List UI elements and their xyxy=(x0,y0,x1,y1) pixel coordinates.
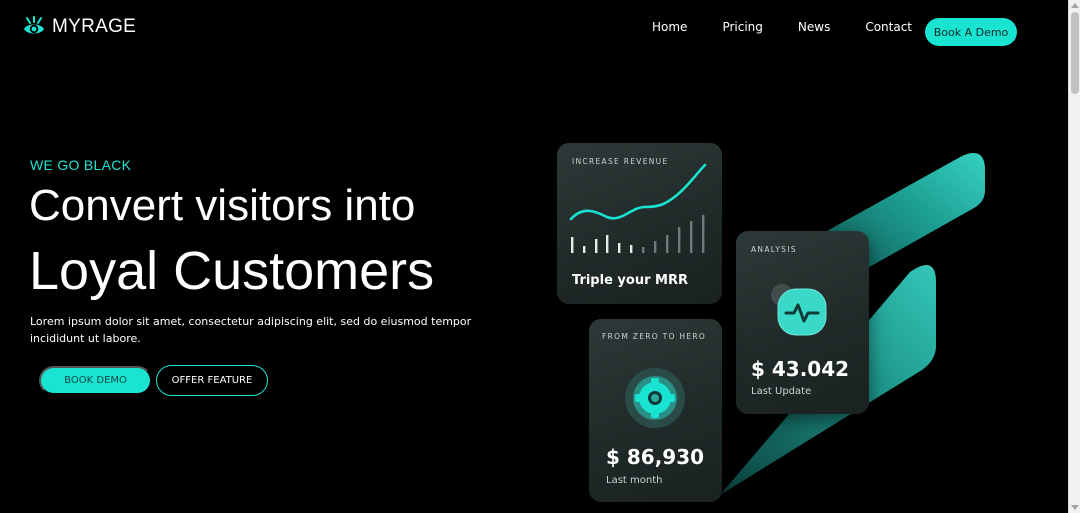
nav-item-contact[interactable]: Contact xyxy=(865,20,912,34)
revenue-card-title: Triple your MRR xyxy=(572,273,688,288)
logo[interactable]: MYRAGE xyxy=(22,14,136,40)
page-scrollbar[interactable] xyxy=(1068,0,1080,513)
offer-feature-button[interactable]: OFFER FEATURE xyxy=(156,365,268,396)
scroll-down-icon[interactable] xyxy=(1071,505,1079,510)
zero-to-hero-card: FROM ZERO TO HERO $ 86,930 Last month xyxy=(589,319,722,502)
hero-title-line1: Convert visitors into xyxy=(29,181,416,230)
analysis-value: $ 43.042 xyxy=(751,357,850,381)
hero-title-line2: Loyal Customers xyxy=(29,241,435,301)
zero-to-hero-value: $ 86,930 xyxy=(606,445,705,469)
revenue-trend-chart xyxy=(569,163,707,253)
hero-description: Lorem ipsum dolor sit amet, consectetur … xyxy=(30,315,472,345)
book-demo-button[interactable]: BOOK DEMO xyxy=(39,366,152,395)
nav-item-pricing[interactable]: Pricing xyxy=(722,20,762,34)
brand-name: MYRAGE xyxy=(52,16,137,37)
site-header: MYRAGE Home Pricing News Contact Book A … xyxy=(0,0,1068,60)
zero-to-hero-caption: Last month xyxy=(606,475,663,486)
gear-icon xyxy=(625,368,685,428)
nav-item-home[interactable]: Home xyxy=(652,20,687,34)
main-nav: Home Pricing News Contact xyxy=(652,20,947,34)
analysis-caption: Last Update xyxy=(751,386,812,397)
scroll-thumb[interactable] xyxy=(1071,12,1079,94)
hero-eyebrow: WE GO BLACK xyxy=(30,157,132,173)
analysis-card-label: ANALYSIS xyxy=(751,245,797,254)
pulse-icon xyxy=(771,284,827,336)
revenue-card: INCREASE REVENUE Triple your MRR xyxy=(557,143,722,304)
nav-item-news[interactable]: News xyxy=(798,20,830,34)
page: MYRAGE Home Pricing News Contact Book A … xyxy=(0,0,1080,513)
zero-to-hero-card-label: FROM ZERO TO HERO xyxy=(602,332,707,341)
book-a-demo-button[interactable]: Book A Demo xyxy=(925,18,1017,46)
scroll-up-icon[interactable] xyxy=(1071,3,1079,8)
eye-logo-icon xyxy=(24,16,44,34)
analysis-card: ANALYSIS $ 43.042 Last Update xyxy=(736,231,869,414)
